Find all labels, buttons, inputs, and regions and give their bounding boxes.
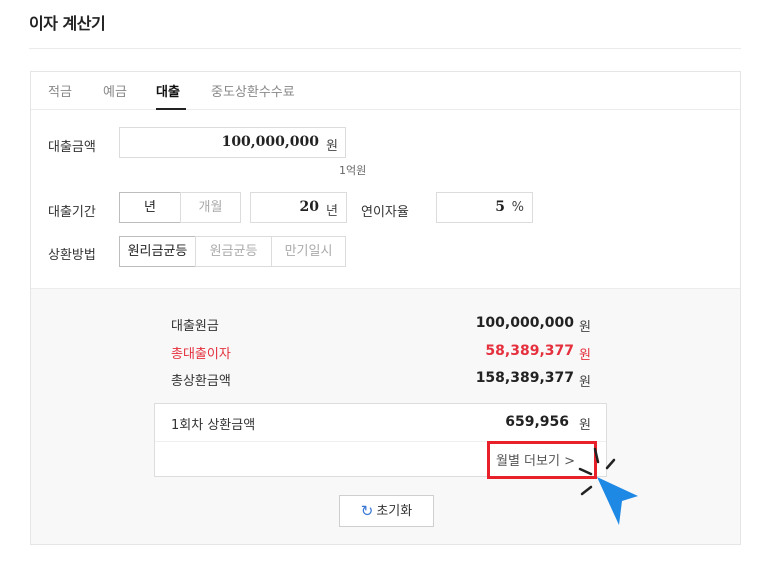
first-payment-label: 1회차 상환금액: [171, 418, 256, 433]
page-title: 이자 계산기: [29, 14, 106, 33]
total-label: 총상환금액: [171, 374, 231, 389]
principal-unit: 원: [579, 320, 591, 335]
interest-unit: 원: [579, 348, 591, 363]
period-label: 대출기간: [48, 205, 96, 220]
tab-deposit[interactable]: 예금: [103, 81, 127, 100]
period-unit-year[interactable]: 년: [119, 192, 181, 223]
rate-value: 5: [495, 199, 505, 215]
interest-label: 총대출이자: [171, 347, 231, 362]
tab-prepayment-fee[interactable]: 중도상환수수료: [211, 81, 295, 100]
method-bullet[interactable]: 만기일시: [271, 236, 346, 267]
tab-loan[interactable]: 대출: [156, 81, 180, 100]
method-label: 상환방법: [48, 248, 96, 263]
principal-label: 대출원금: [171, 319, 219, 334]
first-payment-value: 659,956: [505, 414, 569, 430]
principal-value: 100,000,000: [475, 315, 574, 331]
first-payment-unit: 원: [579, 418, 591, 433]
rate-unit: %: [511, 200, 524, 215]
refresh-icon: ↻: [360, 502, 374, 520]
method-equal-principal[interactable]: 원금균등: [195, 236, 272, 267]
amount-unit: 원: [326, 139, 338, 154]
click-cursor-icon: [578, 447, 638, 525]
amount-label: 대출금액: [48, 140, 96, 155]
active-tab-indicator: [156, 108, 186, 110]
reset-button[interactable]: ↻ 초기화: [339, 495, 434, 527]
period-value: 20: [299, 199, 319, 215]
period-unit-month[interactable]: 개월: [180, 192, 241, 223]
tab-bar: 적금 예금 대출 중도상환수수료: [31, 72, 740, 110]
total-unit: 원: [579, 375, 591, 390]
reset-label: 초기화: [376, 504, 413, 519]
rate-label: 연이자율: [361, 205, 409, 220]
method-equal-payment[interactable]: 원리금균등: [119, 236, 196, 267]
rate-field[interactable]: 5 %: [436, 192, 533, 223]
total-value: 158,389,377: [475, 370, 574, 386]
amount-field[interactable]: 100,000,000 원: [119, 127, 346, 158]
interest-value: 58,389,377: [485, 343, 574, 359]
period-unit: 년: [326, 204, 338, 219]
title-divider: [29, 48, 741, 49]
period-field[interactable]: 20 년: [250, 192, 347, 223]
tab-savings[interactable]: 적금: [48, 81, 72, 100]
amount-hint: 1억원: [339, 164, 367, 177]
amount-value: 100,000,000: [221, 134, 319, 150]
